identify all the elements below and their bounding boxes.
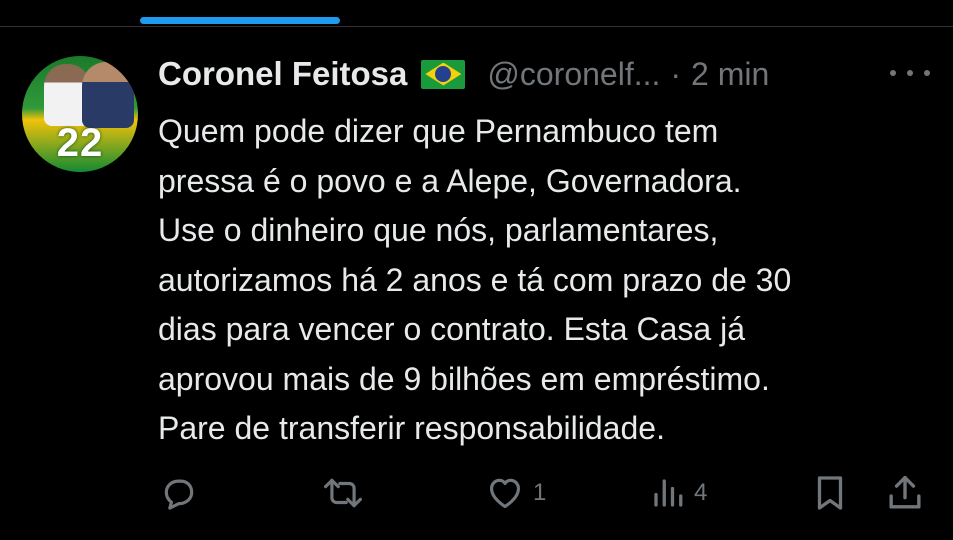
bookmark-icon: [817, 476, 843, 510]
reply-icon: [164, 479, 194, 510]
views-button[interactable]: 4: [650, 470, 707, 516]
author-handle[interactable]: @coronelf...: [487, 56, 660, 93]
tweet-text-line: pressa é o povo e a Alepe, Governadora.: [158, 162, 742, 199]
views-count: 4: [694, 479, 708, 506]
like-count: 1: [533, 479, 547, 506]
retweet-icon: [324, 478, 362, 508]
tweet-text-line: Quem pode dizer que Pernambuco tem: [158, 113, 719, 149]
tweet-text-line: Pare de transferir responsabilidade.: [158, 410, 665, 446]
tweet-text: Quem pode dizer que Pernambuco tem press…: [158, 107, 938, 454]
timestamp[interactable]: 2 min: [691, 56, 769, 93]
reply-button[interactable]: [160, 470, 198, 516]
top-bar: [0, 0, 953, 27]
share-icon: [889, 475, 921, 509]
share-button[interactable]: [886, 470, 924, 516]
like-button[interactable]: 1: [485, 470, 546, 516]
heart-icon: [489, 478, 521, 509]
more-icon[interactable]: [890, 60, 930, 86]
brazil-flag-icon: [421, 59, 466, 89]
active-tab-indicator: [140, 17, 340, 24]
views-icon: [654, 479, 683, 507]
avatar-person-right: [82, 62, 134, 128]
author-name[interactable]: Coronel Feitosa: [158, 55, 407, 93]
tweet-text-line: autorizamos há 2 anos e tá com prazo de …: [158, 261, 792, 298]
avatar[interactable]: 22: [22, 56, 138, 172]
bookmark-button[interactable]: [812, 470, 848, 516]
separator-dot: ·: [670, 55, 682, 92]
avatar-number: 22: [56, 121, 104, 165]
action-bar: 1 4: [0, 470, 953, 516]
tweet-text-line: Use o dinheiro que nós, parlamentares,: [158, 212, 719, 248]
retweet-button[interactable]: [322, 470, 364, 516]
tweet-text-line: dias para vencer o contrato. Esta Casa j…: [158, 311, 745, 347]
tweet-header: Coronel Feitosa @coronelf... · 2 min: [158, 52, 769, 96]
tweet-text-line: aprovou mais de 9 bilhões em empréstimo.: [158, 360, 770, 397]
